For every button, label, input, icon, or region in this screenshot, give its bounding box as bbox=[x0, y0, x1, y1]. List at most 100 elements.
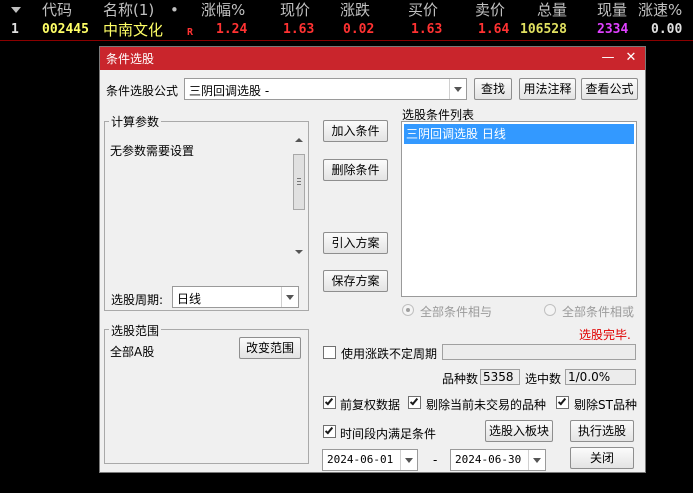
header-price[interactable]: 现价 bbox=[280, 0, 310, 20]
params-text: 无参数需要设置 bbox=[110, 144, 195, 158]
check-icon bbox=[557, 396, 567, 406]
usage-button[interactable]: 用法注释 bbox=[519, 78, 576, 100]
period-dropdown-button[interactable] bbox=[281, 287, 298, 307]
header-dot: • bbox=[170, 1, 179, 19]
period-value: 日线 bbox=[177, 292, 202, 306]
date-to-value: 2024-06-30 bbox=[455, 453, 522, 466]
row-separator bbox=[0, 40, 693, 41]
find-button[interactable]: 查找 bbox=[474, 78, 512, 100]
row-volume: 106528 bbox=[520, 22, 567, 37]
adjust-label: 前复权数据 bbox=[340, 398, 401, 412]
check-icon bbox=[409, 396, 419, 406]
use-uncertain-checkbox[interactable] bbox=[323, 346, 336, 359]
date-separator: - bbox=[433, 453, 438, 467]
header-name[interactable]: 名称(1) bbox=[103, 0, 154, 20]
grip-line bbox=[297, 178, 301, 179]
chevron-down-icon bbox=[454, 87, 462, 92]
row-price: 1.63 bbox=[283, 22, 315, 37]
remove-st-checkbox[interactable] bbox=[556, 396, 569, 409]
quote-header-row: 代码 名称(1) • 涨幅% 现价 涨跌 买价 卖价 总量 现量 涨速% bbox=[0, 0, 693, 20]
radio-or-label: 全部条件相或 bbox=[562, 305, 635, 319]
scroll-up-icon[interactable] bbox=[295, 138, 303, 142]
status-text: 选股完毕. bbox=[579, 328, 631, 342]
date-to-dropdown[interactable] bbox=[528, 450, 545, 470]
radio-or[interactable] bbox=[544, 304, 556, 316]
minimize-icon[interactable]: — bbox=[598, 48, 618, 68]
count-value: 5358 bbox=[480, 369, 520, 385]
grip-line bbox=[297, 181, 301, 182]
row-cur-vol: 2334 bbox=[597, 22, 629, 37]
view-formula-button[interactable]: 查看公式 bbox=[581, 78, 638, 100]
date-from-dropdown[interactable] bbox=[400, 450, 417, 470]
chevron-down-icon bbox=[533, 458, 541, 463]
use-uncertain-label: 使用涨跌不定周期 bbox=[341, 347, 438, 361]
header-bid[interactable]: 买价 bbox=[408, 0, 438, 20]
close-button[interactable]: 关闭 bbox=[570, 447, 634, 469]
selected-label: 选中数 bbox=[525, 372, 562, 386]
row-change: 0.02 bbox=[343, 22, 375, 37]
conditions-list[interactable]: 三阴回调选股 日线 bbox=[401, 121, 637, 297]
import-plan-button[interactable]: 引入方案 bbox=[323, 232, 388, 254]
remove-untraded-checkbox[interactable] bbox=[408, 396, 421, 409]
add-condition-button[interactable]: 加入条件 bbox=[323, 120, 388, 142]
header-ask[interactable]: 卖价 bbox=[475, 0, 505, 20]
params-scrollbar[interactable] bbox=[292, 132, 306, 262]
dialog-titlebar[interactable]: 条件选股 — ✕ bbox=[100, 47, 645, 70]
formula-label: 条件选股公式 bbox=[106, 84, 179, 98]
time-range-label: 时间段内满足条件 bbox=[340, 427, 437, 441]
row-change-pct: 1.24 bbox=[216, 22, 248, 37]
close-icon[interactable]: ✕ bbox=[621, 48, 641, 68]
scope-value: 全部A股 bbox=[110, 345, 155, 359]
period-label: 选股周期: bbox=[111, 293, 164, 307]
header-cur-vol[interactable]: 现量 bbox=[597, 0, 627, 20]
delete-condition-button[interactable]: 删除条件 bbox=[323, 159, 388, 181]
header-change[interactable]: 涨跌 bbox=[340, 0, 370, 20]
row-index: 1 bbox=[11, 22, 19, 37]
formula-value: 三阴回调选股 - bbox=[189, 84, 270, 98]
header-volume[interactable]: 总量 bbox=[537, 0, 567, 20]
row-bid: 1.63 bbox=[411, 22, 443, 37]
row-speed: 0.00 bbox=[651, 22, 683, 37]
period-select[interactable]: 日线 bbox=[172, 286, 299, 308]
remove-untraded-label: 剔除当前未交易的品种 bbox=[426, 398, 547, 412]
radio-and[interactable] bbox=[402, 304, 414, 316]
save-plan-button[interactable]: 保存方案 bbox=[323, 270, 388, 292]
time-range-checkbox[interactable] bbox=[323, 425, 336, 438]
row-code: 002445 bbox=[42, 22, 89, 37]
quote-table: 代码 名称(1) • 涨幅% 现价 涨跌 买价 卖价 总量 现量 涨速% 1 0… bbox=[0, 0, 693, 40]
chevron-down-icon bbox=[405, 458, 413, 463]
condition-select-dialog: 条件选股 — ✕ 条件选股公式 三阴回调选股 - 查找 用法注释 查看公式 计算… bbox=[99, 46, 646, 473]
scroll-thumb[interactable] bbox=[293, 154, 305, 210]
selected-value: 1/0.0% bbox=[565, 369, 636, 385]
header-code[interactable]: 代码 bbox=[42, 0, 72, 20]
sort-arrow-icon[interactable] bbox=[11, 7, 21, 13]
dialog-title: 条件选股 bbox=[106, 52, 155, 66]
adjust-checkbox[interactable] bbox=[323, 396, 336, 409]
row-name: 中南文化 bbox=[103, 21, 164, 39]
header-change-pct[interactable]: 涨幅% bbox=[201, 0, 245, 20]
scope-group-title: 选股范围 bbox=[109, 322, 162, 339]
formula-select[interactable]: 三阴回调选股 - bbox=[184, 78, 467, 100]
date-from-picker[interactable]: 2024-06-01 bbox=[322, 449, 418, 471]
date-from-value: 2024-06-01 bbox=[327, 453, 394, 466]
uncertain-period-field[interactable] bbox=[442, 344, 636, 360]
scroll-down-icon[interactable] bbox=[295, 250, 303, 254]
grip-line bbox=[297, 184, 301, 185]
radio-dot bbox=[406, 308, 410, 312]
chevron-down-icon bbox=[286, 295, 294, 300]
radio-and-label: 全部条件相与 bbox=[420, 305, 493, 319]
condition-item[interactable]: 三阴回调选股 日线 bbox=[404, 124, 634, 144]
change-scope-button[interactable]: 改变范围 bbox=[239, 337, 301, 359]
params-group-title: 计算参数 bbox=[109, 113, 162, 130]
add-to-block-button[interactable]: 选股入板块 bbox=[485, 420, 553, 442]
check-icon bbox=[324, 396, 334, 406]
row-ask: 1.64 bbox=[478, 22, 510, 37]
date-to-picker[interactable]: 2024-06-30 bbox=[450, 449, 546, 471]
count-label: 品种数 bbox=[442, 372, 479, 386]
remove-st-label: 剔除ST品种 bbox=[574, 398, 637, 412]
check-icon bbox=[324, 425, 334, 435]
formula-dropdown-button[interactable] bbox=[449, 79, 466, 99]
execute-select-button[interactable]: 执行选股 bbox=[570, 420, 634, 442]
header-speed[interactable]: 涨速% bbox=[638, 0, 682, 20]
quote-row[interactable]: 1 002445 中南文化 R 1.24 1.63 0.02 1.63 1.64… bbox=[0, 20, 693, 40]
